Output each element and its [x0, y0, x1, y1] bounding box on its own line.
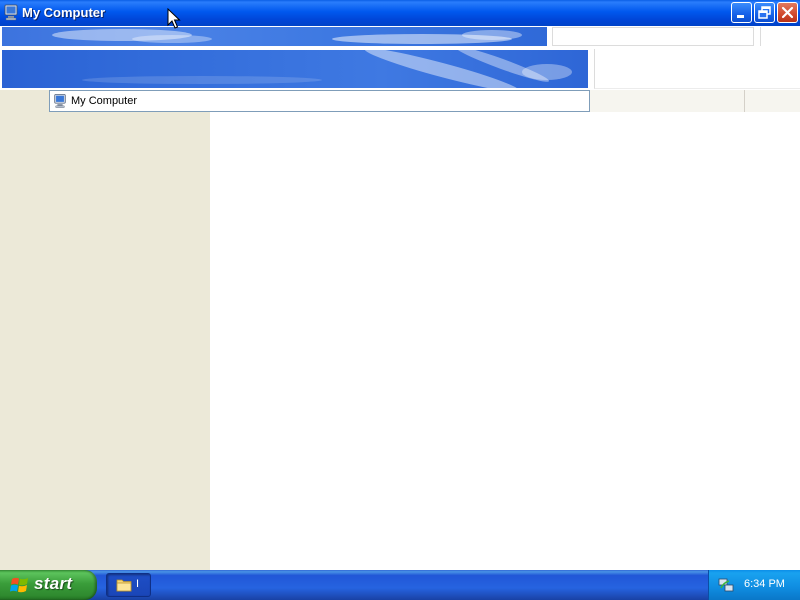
- toolbar: [0, 48, 800, 90]
- restore-icon: [758, 6, 771, 19]
- mouse-cursor-icon: [167, 8, 181, 29]
- cloud-decoration: [82, 50, 572, 88]
- computer-icon: [4, 4, 18, 21]
- toolbar-pane: [594, 49, 800, 89]
- start-label: start: [34, 574, 73, 593]
- menu-bar-background: [2, 27, 547, 46]
- menu-bar-pane-right: [760, 27, 800, 46]
- taskbar-button-my-computer[interactable]: I: [106, 573, 151, 597]
- window-titlebar[interactable]: My Computer: [0, 0, 800, 26]
- close-icon: [781, 6, 794, 19]
- windows-logo-icon: [10, 577, 28, 593]
- folder-icon: [116, 579, 132, 592]
- taskbar: start I 6:34 PM: [0, 570, 800, 600]
- toolbar-background: [2, 50, 588, 88]
- window-title: My Computer: [22, 5, 106, 20]
- close-button[interactable]: [777, 2, 798, 23]
- address-bar-filler-right: [745, 90, 800, 112]
- start-button[interactable]: start: [0, 570, 97, 600]
- content-area[interactable]: [210, 112, 800, 570]
- address-bar-filler: [590, 90, 744, 112]
- address-field[interactable]: My Computer: [49, 90, 590, 112]
- taskbar-button-label: I: [136, 578, 140, 590]
- task-pane: [0, 112, 210, 570]
- restore-button[interactable]: [754, 2, 775, 23]
- minimize-icon: [737, 15, 744, 18]
- minimize-button[interactable]: [731, 2, 752, 23]
- address-bar: My Computer: [0, 90, 800, 112]
- system-tray: 6:34 PM: [708, 570, 800, 600]
- menu-bar-pane: [552, 27, 754, 46]
- clock[interactable]: 6:34 PM: [744, 578, 785, 590]
- computer-icon: [54, 94, 66, 108]
- address-value: My Computer: [71, 95, 138, 107]
- network-icon[interactable]: [718, 577, 734, 593]
- cloud-decoration: [52, 29, 522, 44]
- menu-bar: [0, 26, 800, 48]
